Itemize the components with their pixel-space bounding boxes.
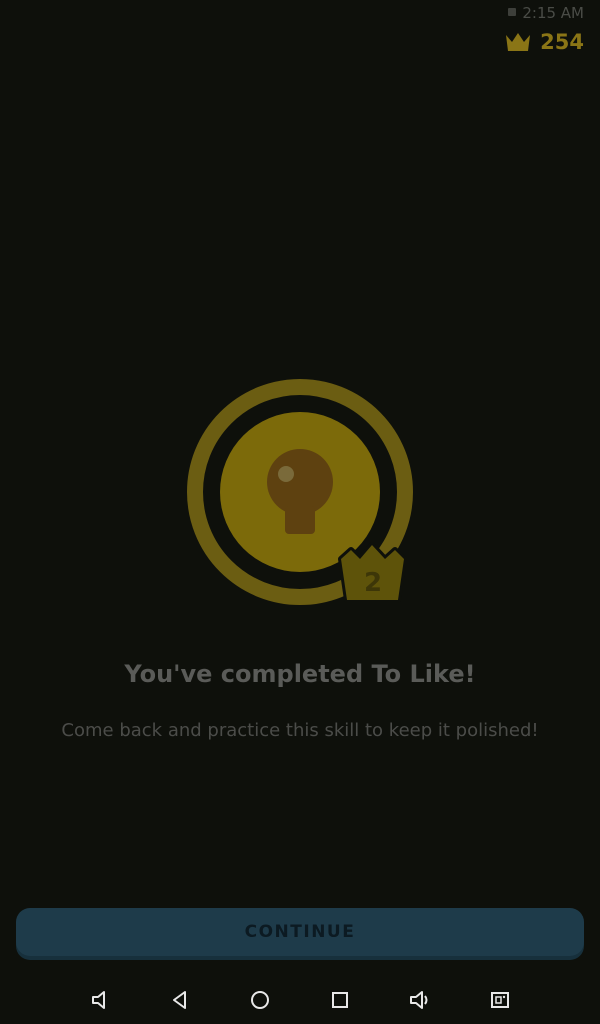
skill-badge: 2 xyxy=(186,378,416,608)
recents-icon[interactable] xyxy=(328,988,352,1012)
volume-down-icon[interactable] xyxy=(89,988,113,1012)
crown-level: 2 xyxy=(364,568,382,598)
crown-counter: 254 xyxy=(504,30,584,54)
crown-count: 254 xyxy=(540,30,584,54)
back-icon[interactable] xyxy=(168,988,192,1012)
volume-up-icon[interactable] xyxy=(408,988,432,1012)
lock-icon xyxy=(508,8,516,16)
status-bar: 2:15 AM xyxy=(0,0,600,26)
status-time: 2:15 AM xyxy=(522,4,584,22)
home-icon[interactable] xyxy=(248,988,272,1012)
skill-complete-screen: 2:15 AM 254 2 You've completed To Like! … xyxy=(0,0,600,1024)
crown-icon xyxy=(504,31,532,53)
continue-button[interactable]: CONTINUE xyxy=(16,908,584,956)
completion-subtitle: Come back and practice this skill to kee… xyxy=(61,720,539,741)
system-nav-bar xyxy=(0,976,600,1024)
completion-title: You've completed To Like! xyxy=(124,660,476,688)
screenshot-icon[interactable] xyxy=(488,988,512,1012)
crown-level-icon: 2 xyxy=(338,542,407,603)
